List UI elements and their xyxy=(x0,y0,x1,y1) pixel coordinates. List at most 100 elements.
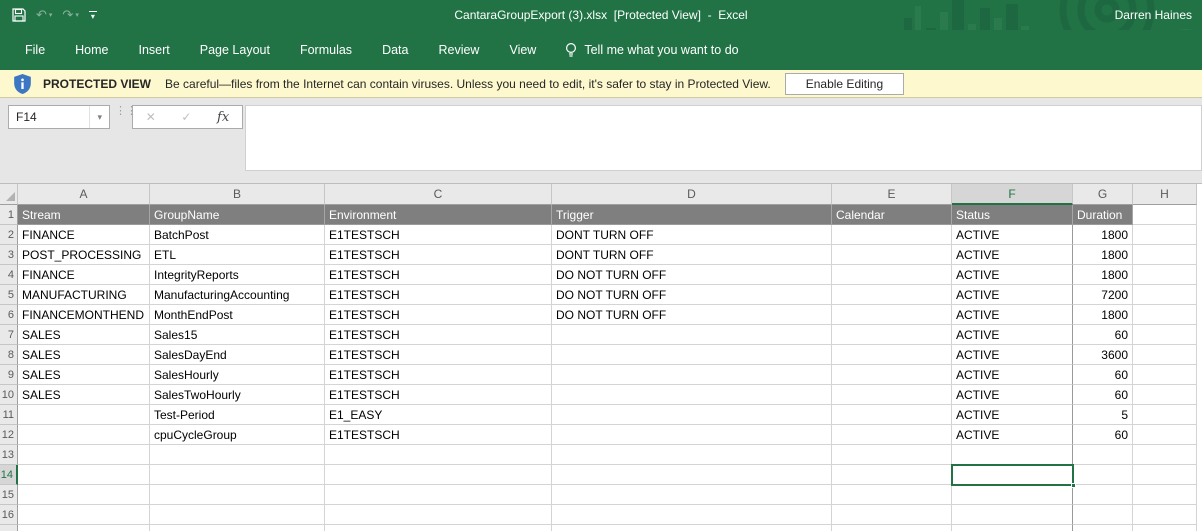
cell-H17[interactable] xyxy=(1133,525,1197,531)
cell-F14[interactable] xyxy=(952,465,1073,485)
cell-B8[interactable]: SalesDayEnd xyxy=(150,345,325,365)
cell-E16[interactable] xyxy=(832,505,952,525)
cell-E3[interactable] xyxy=(832,245,952,265)
cell-E13[interactable] xyxy=(832,445,952,465)
tab-file[interactable]: File xyxy=(10,37,60,63)
cell-D11[interactable] xyxy=(552,405,832,425)
cell-C17[interactable] xyxy=(325,525,552,531)
cell-B6[interactable]: MonthEndPost xyxy=(150,305,325,325)
cell-D5[interactable]: DO NOT TURN OFF xyxy=(552,285,832,305)
cell-G16[interactable] xyxy=(1073,505,1133,525)
column-header-C[interactable]: C xyxy=(325,184,552,205)
cancel-icon[interactable]: ✕ xyxy=(146,110,156,124)
cell-A7[interactable]: SALES xyxy=(18,325,150,345)
cell-G8[interactable]: 3600 xyxy=(1073,345,1133,365)
row-header-11[interactable]: 11 xyxy=(0,405,18,425)
cell-H3[interactable] xyxy=(1133,245,1197,265)
cell-H14[interactable] xyxy=(1133,465,1197,485)
cell-C5[interactable]: E1TESTSCH xyxy=(325,285,552,305)
column-header-A[interactable]: A xyxy=(18,184,150,205)
cell-F12[interactable]: ACTIVE xyxy=(952,425,1073,445)
row-header-5[interactable]: 5 xyxy=(0,285,18,305)
cell-D4[interactable]: DO NOT TURN OFF xyxy=(552,265,832,285)
cell-H13[interactable] xyxy=(1133,445,1197,465)
row-header-9[interactable]: 9 xyxy=(0,365,18,385)
column-header-E[interactable]: E xyxy=(832,184,952,205)
row-header-12[interactable]: 12 xyxy=(0,425,18,445)
cell-H10[interactable] xyxy=(1133,385,1197,405)
row-header-13[interactable]: 13 xyxy=(0,445,18,465)
cell-H5[interactable] xyxy=(1133,285,1197,305)
cell-F8[interactable]: ACTIVE xyxy=(952,345,1073,365)
cell-C1[interactable]: Environment xyxy=(325,205,552,225)
cell-F2[interactable]: ACTIVE xyxy=(952,225,1073,245)
cell-E15[interactable] xyxy=(832,485,952,505)
cell-B4[interactable]: IntegrityReports xyxy=(150,265,325,285)
cell-H4[interactable] xyxy=(1133,265,1197,285)
account-user[interactable]: Darren Haines xyxy=(1115,8,1192,22)
cell-D10[interactable] xyxy=(552,385,832,405)
cell-D1[interactable]: Trigger xyxy=(552,205,832,225)
cell-B3[interactable]: ETL xyxy=(150,245,325,265)
cell-D16[interactable] xyxy=(552,505,832,525)
cell-B13[interactable] xyxy=(150,445,325,465)
tab-data[interactable]: Data xyxy=(367,37,423,63)
cell-A9[interactable]: SALES xyxy=(18,365,150,385)
cell-B11[interactable]: Test-Period xyxy=(150,405,325,425)
cell-D13[interactable] xyxy=(552,445,832,465)
row-header-15[interactable]: 15 xyxy=(0,485,18,505)
cell-F10[interactable]: ACTIVE xyxy=(952,385,1073,405)
cell-E14[interactable] xyxy=(832,465,952,485)
cell-G15[interactable] xyxy=(1073,485,1133,505)
cell-F6[interactable]: ACTIVE xyxy=(952,305,1073,325)
cell-F3[interactable]: ACTIVE xyxy=(952,245,1073,265)
cell-G9[interactable]: 60 xyxy=(1073,365,1133,385)
cell-E10[interactable] xyxy=(832,385,952,405)
customize-quick-access-icon[interactable]: ▾ xyxy=(89,11,97,19)
cell-C12[interactable]: E1TESTSCH xyxy=(325,425,552,445)
tell-me-box[interactable]: Tell me what you want to do xyxy=(565,42,738,58)
cell-A15[interactable] xyxy=(18,485,150,505)
cell-E9[interactable] xyxy=(832,365,952,385)
cell-A12[interactable] xyxy=(18,425,150,445)
cell-A8[interactable]: SALES xyxy=(18,345,150,365)
row-header-2[interactable]: 2 xyxy=(0,225,18,245)
column-header-B[interactable]: B xyxy=(150,184,325,205)
cell-B14[interactable] xyxy=(150,465,325,485)
undo-icon[interactable]: ↶▾ xyxy=(36,7,52,23)
cell-C10[interactable]: E1TESTSCH xyxy=(325,385,552,405)
row-header-3[interactable]: 3 xyxy=(0,245,18,265)
cell-C16[interactable] xyxy=(325,505,552,525)
cell-C2[interactable]: E1TESTSCH xyxy=(325,225,552,245)
tab-view[interactable]: View xyxy=(494,37,551,63)
row-header-1[interactable]: 1 xyxy=(0,205,18,225)
insert-function-icon[interactable]: fx xyxy=(217,110,229,125)
cell-B1[interactable]: GroupName xyxy=(150,205,325,225)
tab-insert[interactable]: Insert xyxy=(124,37,185,63)
cell-A1[interactable]: Stream xyxy=(18,205,150,225)
cell-F5[interactable]: ACTIVE xyxy=(952,285,1073,305)
cell-D6[interactable]: DO NOT TURN OFF xyxy=(552,305,832,325)
tab-review[interactable]: Review xyxy=(423,37,494,63)
tab-page-layout[interactable]: Page Layout xyxy=(185,37,285,63)
cell-A16[interactable] xyxy=(18,505,150,525)
cell-B5[interactable]: ManufacturingAccounting xyxy=(150,285,325,305)
formula-bar-resize-dots[interactable]: ⋮⋮ xyxy=(115,108,121,114)
cell-F7[interactable]: ACTIVE xyxy=(952,325,1073,345)
save-icon[interactable] xyxy=(12,8,26,22)
cell-D17[interactable] xyxy=(552,525,832,531)
cell-C8[interactable]: E1TESTSCH xyxy=(325,345,552,365)
cell-A3[interactable]: POST_PROCESSING xyxy=(18,245,150,265)
row-header-17[interactable] xyxy=(0,525,18,531)
cell-G4[interactable]: 1800 xyxy=(1073,265,1133,285)
cell-F11[interactable]: ACTIVE xyxy=(952,405,1073,425)
cell-H6[interactable] xyxy=(1133,305,1197,325)
cell-E5[interactable] xyxy=(832,285,952,305)
row-header-6[interactable]: 6 xyxy=(0,305,18,325)
cell-B17[interactable] xyxy=(150,525,325,531)
cell-F1[interactable]: Status xyxy=(952,205,1073,225)
cell-G3[interactable]: 1800 xyxy=(1073,245,1133,265)
cell-D15[interactable] xyxy=(552,485,832,505)
column-header-G[interactable]: G xyxy=(1073,184,1133,205)
cell-D14[interactable] xyxy=(552,465,832,485)
